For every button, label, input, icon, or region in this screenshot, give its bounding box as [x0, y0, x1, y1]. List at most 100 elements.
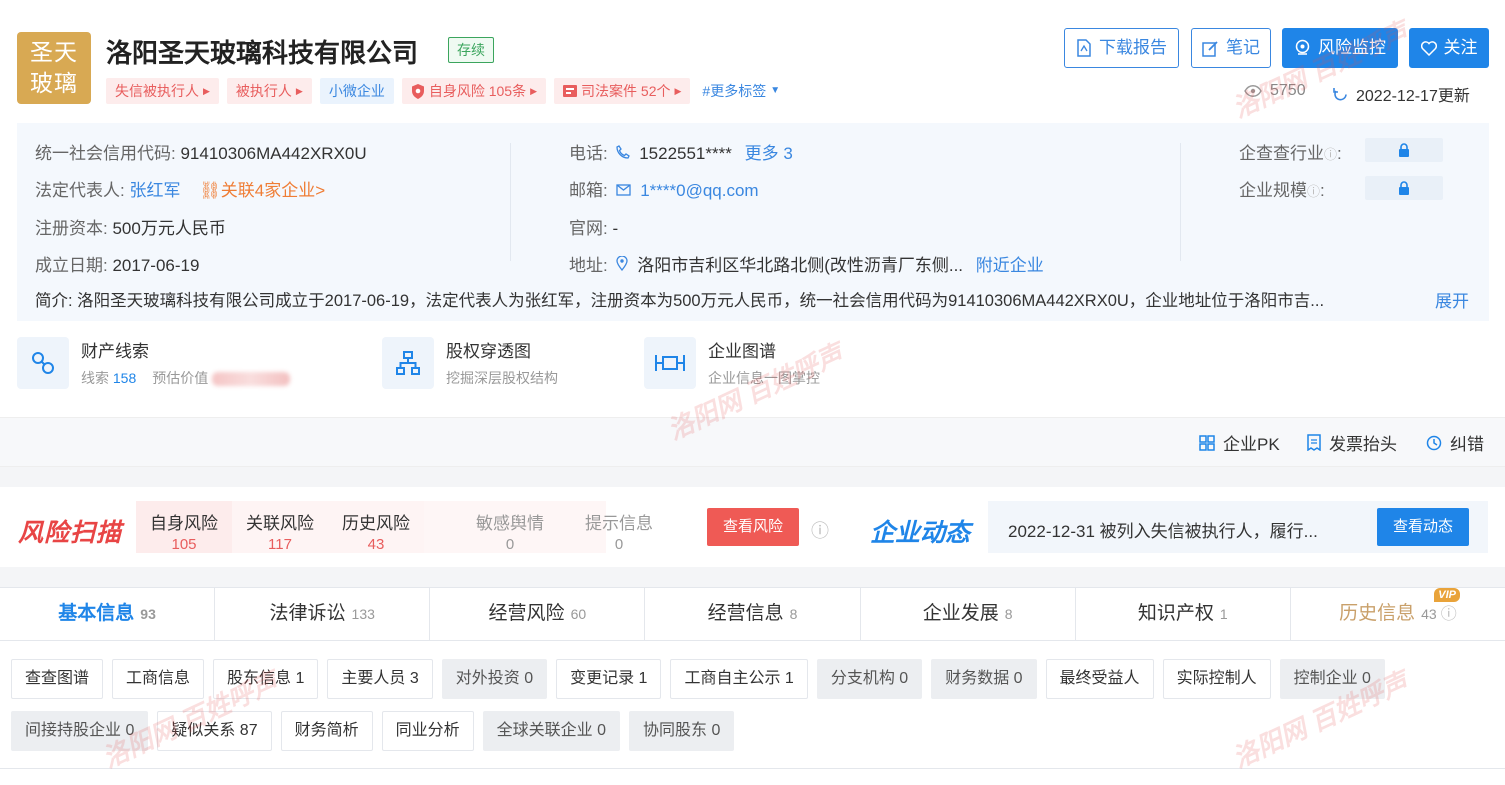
risk-history[interactable]: 历史风险 43 — [328, 501, 424, 553]
tab-basic-info[interactable]: 基本信息 93 — [0, 588, 216, 640]
document-icon — [563, 85, 578, 97]
scale-row: 企业规模ⓘ: — [1239, 181, 1325, 200]
section-gap — [0, 467, 1505, 487]
chip-branches[interactable]: 分支机构 0 — [816, 659, 923, 699]
company-pk-button[interactable]: 企业PK — [1199, 430, 1280, 455]
org-chart-icon — [396, 351, 420, 375]
chip-self-disclosure[interactable]: 工商自主公示 1 — [670, 659, 808, 699]
pdf-file-icon — [1077, 39, 1091, 57]
tab-history[interactable]: 历史信息 43 ⓘ VIP — [1291, 588, 1505, 640]
intro-row: 简介: 洛阳圣天玻璃科技有限公司成立于2017-06-19，法定代表人为张红军，… — [35, 292, 1325, 310]
info-circle-icon[interactable]: ⓘ — [1324, 147, 1337, 162]
company-dynamics-logo: 企业动态 — [870, 519, 971, 547]
chip-financial-data[interactable]: 财务数据 0 — [931, 659, 1037, 699]
mail-icon — [616, 184, 632, 196]
expand-intro-link[interactable]: 展开 — [1435, 287, 1469, 312]
tab-legal[interactable]: 法律诉讼 133 — [215, 588, 431, 640]
chip-peer-analysis[interactable]: 同业分析 — [381, 711, 474, 751]
risk-scan-logo: 风险扫描 — [18, 519, 123, 547]
tool-title: 股权穿透图 — [446, 342, 531, 361]
tab-ip[interactable]: 知识产权 1 — [1076, 588, 1291, 640]
divider — [0, 768, 1505, 769]
risk-notice[interactable]: 提示信息 0 — [571, 501, 667, 553]
chip-business-info[interactable]: 工商信息 — [112, 659, 205, 699]
tool-property-clues[interactable]: 财产线索 线索 158 预估价值 — [17, 337, 291, 389]
risk-self[interactable]: 自身风险 105 — [136, 501, 232, 553]
nearby-companies-link[interactable]: 附近企业 — [976, 256, 1044, 275]
tag-judicial-cases[interactable]: 司法案件 52个 ▶ — [554, 78, 691, 104]
download-report-button[interactable]: 下载报告 — [1064, 28, 1179, 68]
tag-self-risk[interactable]: 自身风险 105条 ▶ — [401, 78, 547, 104]
triangle-right-icon: ▶ — [530, 86, 538, 96]
legal-rep-link[interactable]: 张红军 — [129, 181, 180, 200]
invoice-header-button[interactable]: 发票抬头 — [1307, 430, 1397, 455]
info-circle-icon[interactable]: ⓘ — [1307, 184, 1320, 199]
shield-icon — [411, 83, 424, 99]
email-link[interactable]: 1****0@qq.com — [640, 181, 758, 200]
tool-equity-penetration[interactable]: 股权穿透图 挖掘深层股权结构 — [382, 337, 558, 389]
info-circle-icon: ⓘ — [1440, 606, 1457, 623]
chip-indirect-holdings[interactable]: 间接持股企业 0 — [11, 711, 149, 751]
view-dynamics-button[interactable]: 查看动态 — [1377, 508, 1469, 546]
scale-locked[interactable] — [1365, 176, 1443, 200]
email-row: 邮箱: 1****0@qq.com — [569, 181, 759, 200]
receipt-icon — [1307, 434, 1321, 451]
tab-development[interactable]: 企业发展 8 — [861, 588, 1076, 640]
tab-business-risk[interactable]: 经营风险 60 — [430, 588, 646, 640]
chip-suspected-relations[interactable]: 疑似关系 87 — [157, 711, 272, 751]
view-risk-button[interactable]: 查看风险 — [707, 508, 799, 546]
company-logo: 圣天 玻璃 — [17, 32, 91, 104]
risk-monitor-button[interactable]: 风险监控 — [1282, 28, 1398, 68]
tool-subtitle: 企业信息一图掌控 — [708, 370, 820, 386]
tag-dishonest[interactable]: 失信被执行人 ▶ — [106, 78, 219, 104]
risk-sentiment[interactable]: 敏感舆情 0 — [462, 501, 558, 553]
chip-graph[interactable]: 查查图谱 — [11, 659, 104, 699]
dynamics-text[interactable]: 2022-12-31 被列入失信被执行人，履行... — [1008, 517, 1318, 542]
chip-co-shareholders[interactable]: 协同股东 0 — [629, 711, 735, 751]
tab-business-info[interactable]: 经营信息 8 — [645, 588, 861, 640]
info-circle-icon[interactable]: ⓘ — [811, 517, 829, 543]
chip-global-related[interactable]: 全球关联企业 0 — [482, 711, 620, 751]
company-name: 洛阳圣天玻璃科技有限公司 — [106, 38, 419, 68]
tag-small-enterprise[interactable]: 小微企业 — [319, 78, 394, 104]
more-tags-link[interactable]: #更多标签 ▼ — [698, 78, 784, 104]
tool-enterprise-graph[interactable]: 企业图谱 企业信息一图掌控 — [644, 337, 820, 389]
triangle-right-icon: ▶ — [674, 86, 682, 96]
tag-executed[interactable]: 被执行人 ▶ — [226, 78, 312, 104]
follow-button[interactable]: 关注 — [1409, 28, 1489, 68]
chip-actual-controller[interactable]: 实际控制人 — [1162, 659, 1271, 699]
update-date: 2022-12-17更新 — [1333, 82, 1470, 106]
action-bar: 企业PK 发票抬头 纠错 — [0, 417, 1505, 467]
eye-icon — [1244, 85, 1262, 97]
credit-code-row: 统一社会信用代码: 91410306MA442XRX0U — [35, 144, 367, 163]
edit-icon — [1202, 40, 1218, 57]
view-count: 5750 — [1244, 82, 1306, 100]
risk-related[interactable]: 关联风险 117 — [232, 501, 328, 553]
clock-edit-icon — [1426, 435, 1442, 450]
chip-shareholders[interactable]: 股东信息 1 — [213, 659, 319, 699]
industry-locked[interactable] — [1365, 138, 1443, 162]
sub-nav-row1: 查查图谱 工商信息 股东信息 1 主要人员 3 对外投资 0 变更记录 1 工商… — [11, 659, 1501, 699]
divider — [510, 143, 511, 261]
tool-title: 财产线索 — [81, 342, 149, 361]
founded-row: 成立日期: 2017-06-19 — [35, 256, 200, 275]
chip-controlled-companies[interactable]: 控制企业 0 — [1279, 659, 1385, 699]
related-companies-link[interactable]: ⛓关联4家企业> — [199, 181, 325, 200]
chip-key-personnel[interactable]: 主要人员 3 — [327, 659, 433, 699]
triangle-right-icon: ▶ — [295, 86, 303, 96]
link-chain-icon — [32, 352, 54, 374]
tool-subtitle: 挖掘深层股权结构 — [446, 370, 558, 386]
notes-button[interactable]: 笔记 — [1191, 28, 1271, 68]
main-tabs: 基本信息 93 法律诉讼 133 经营风险 60 经营信息 8 企业发展 8 知识产权 1 … — [0, 587, 1505, 641]
location-pin-icon — [616, 255, 629, 272]
more-phones-link[interactable]: 更多 3 — [745, 144, 793, 163]
refresh-icon — [1333, 87, 1347, 100]
heart-icon — [1420, 40, 1437, 56]
chip-beneficial-owner[interactable]: 最终受益人 — [1045, 659, 1154, 699]
chip-change-records[interactable]: 变更记录 1 — [556, 659, 662, 699]
chip-investments[interactable]: 对外投资 0 — [441, 659, 548, 699]
correction-button[interactable]: 纠错 — [1426, 430, 1484, 455]
chip-financial-analysis[interactable]: 财务简析 — [280, 711, 373, 751]
phone-icon — [616, 145, 631, 159]
monitor-eye-icon — [1295, 39, 1310, 55]
